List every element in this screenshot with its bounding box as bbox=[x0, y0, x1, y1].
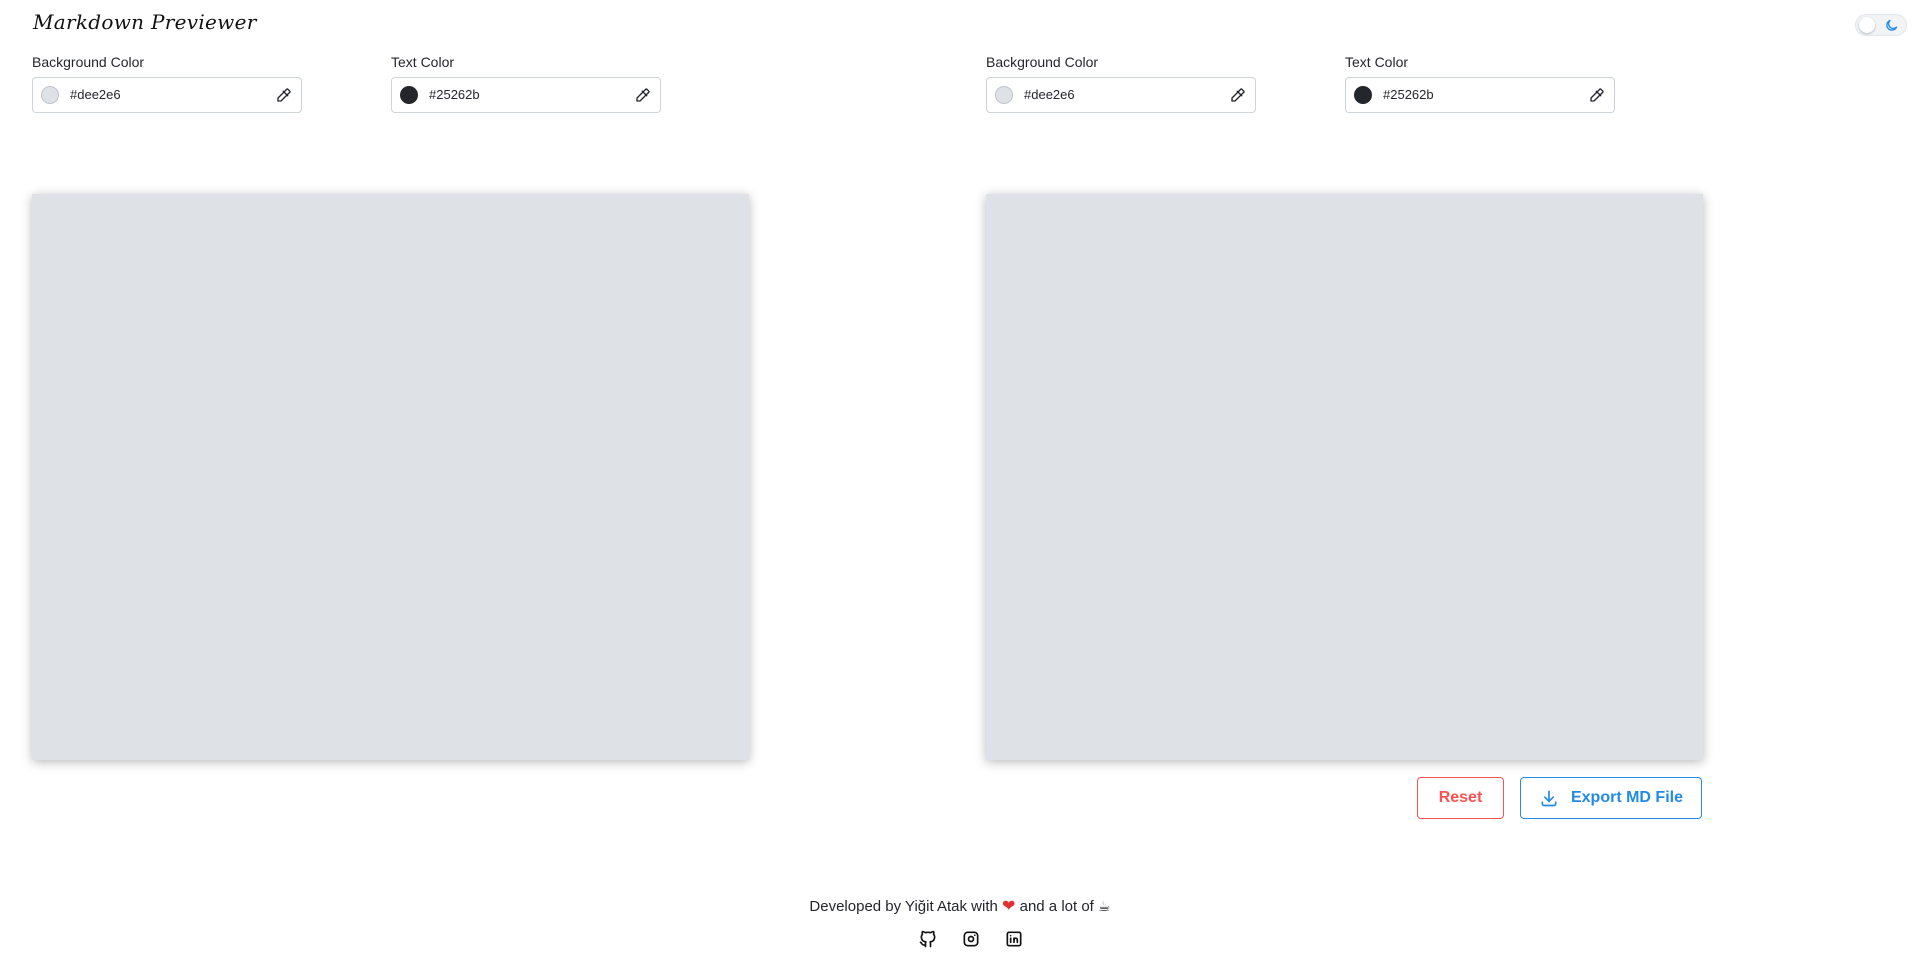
app-title: Markdown Previewer bbox=[33, 10, 257, 34]
preview-text-color-label: Text Color bbox=[1345, 54, 1409, 70]
theme-toggle[interactable] bbox=[1855, 14, 1907, 36]
download-icon bbox=[1541, 790, 1557, 807]
github-link[interactable] bbox=[918, 929, 938, 949]
editor-text-color-input[interactable]: #25262b bbox=[391, 77, 661, 113]
preview-background-color-input[interactable]: #dee2e6 bbox=[986, 77, 1256, 113]
color-value: #dee2e6 bbox=[1024, 87, 1075, 102]
app-root: Markdown Previewer Background Color #dee… bbox=[0, 0, 1920, 959]
reset-button[interactable]: Reset bbox=[1417, 777, 1504, 819]
markdown-editor-textarea[interactable] bbox=[32, 194, 749, 760]
toggle-knob bbox=[1859, 17, 1875, 33]
editor-text-color-label: Text Color bbox=[391, 54, 455, 70]
footer-credit: Developed by Yiğit Atak with ❤ and a lot… bbox=[0, 896, 1920, 916]
linkedin-link[interactable] bbox=[1004, 929, 1024, 949]
color-swatch bbox=[995, 86, 1013, 104]
markdown-preview-panel bbox=[986, 194, 1703, 760]
markdown-editor-panel bbox=[32, 194, 749, 760]
heart-icon: ❤ bbox=[1002, 898, 1016, 915]
eyedropper-icon[interactable] bbox=[1588, 86, 1606, 104]
eyedropper-icon[interactable] bbox=[1229, 86, 1247, 104]
coffee-icon: ☕ bbox=[1098, 898, 1111, 914]
editor-text-color-field: Text Color #25262b bbox=[391, 53, 661, 113]
color-value: #dee2e6 bbox=[70, 87, 121, 102]
footer-prefix: Developed by Yiğit Atak with bbox=[809, 898, 998, 915]
reset-button-label: Reset bbox=[1438, 789, 1483, 806]
export-button-label: Export MD File bbox=[1570, 789, 1683, 806]
color-swatch bbox=[41, 86, 59, 104]
eyedropper-icon[interactable] bbox=[275, 86, 293, 104]
color-value: #25262b bbox=[429, 87, 480, 102]
eyedropper-icon[interactable] bbox=[634, 86, 652, 104]
editor-background-color-field: Background Color #dee2e6 bbox=[32, 53, 302, 113]
instagram-icon bbox=[963, 931, 979, 947]
social-links bbox=[918, 929, 1024, 949]
instagram-link[interactable] bbox=[961, 929, 981, 949]
preview-text-color-input[interactable]: #25262b bbox=[1345, 77, 1615, 113]
color-swatch bbox=[1354, 86, 1372, 104]
preview-background-color-label: Background Color bbox=[986, 54, 1099, 70]
editor-background-color-input[interactable]: #dee2e6 bbox=[32, 77, 302, 113]
color-value: #25262b bbox=[1383, 87, 1434, 102]
moon-icon bbox=[1886, 19, 1898, 31]
github-icon bbox=[919, 930, 936, 948]
footer-middle: and a lot of bbox=[1019, 898, 1094, 915]
color-swatch bbox=[400, 86, 418, 104]
editor-background-color-label: Background Color bbox=[32, 54, 145, 70]
preview-text-color-field: Text Color #25262b bbox=[1345, 53, 1615, 113]
export-md-button[interactable]: Export MD File bbox=[1520, 777, 1702, 819]
preview-background-color-field: Background Color #dee2e6 bbox=[986, 53, 1256, 113]
linkedin-icon bbox=[1006, 931, 1022, 947]
